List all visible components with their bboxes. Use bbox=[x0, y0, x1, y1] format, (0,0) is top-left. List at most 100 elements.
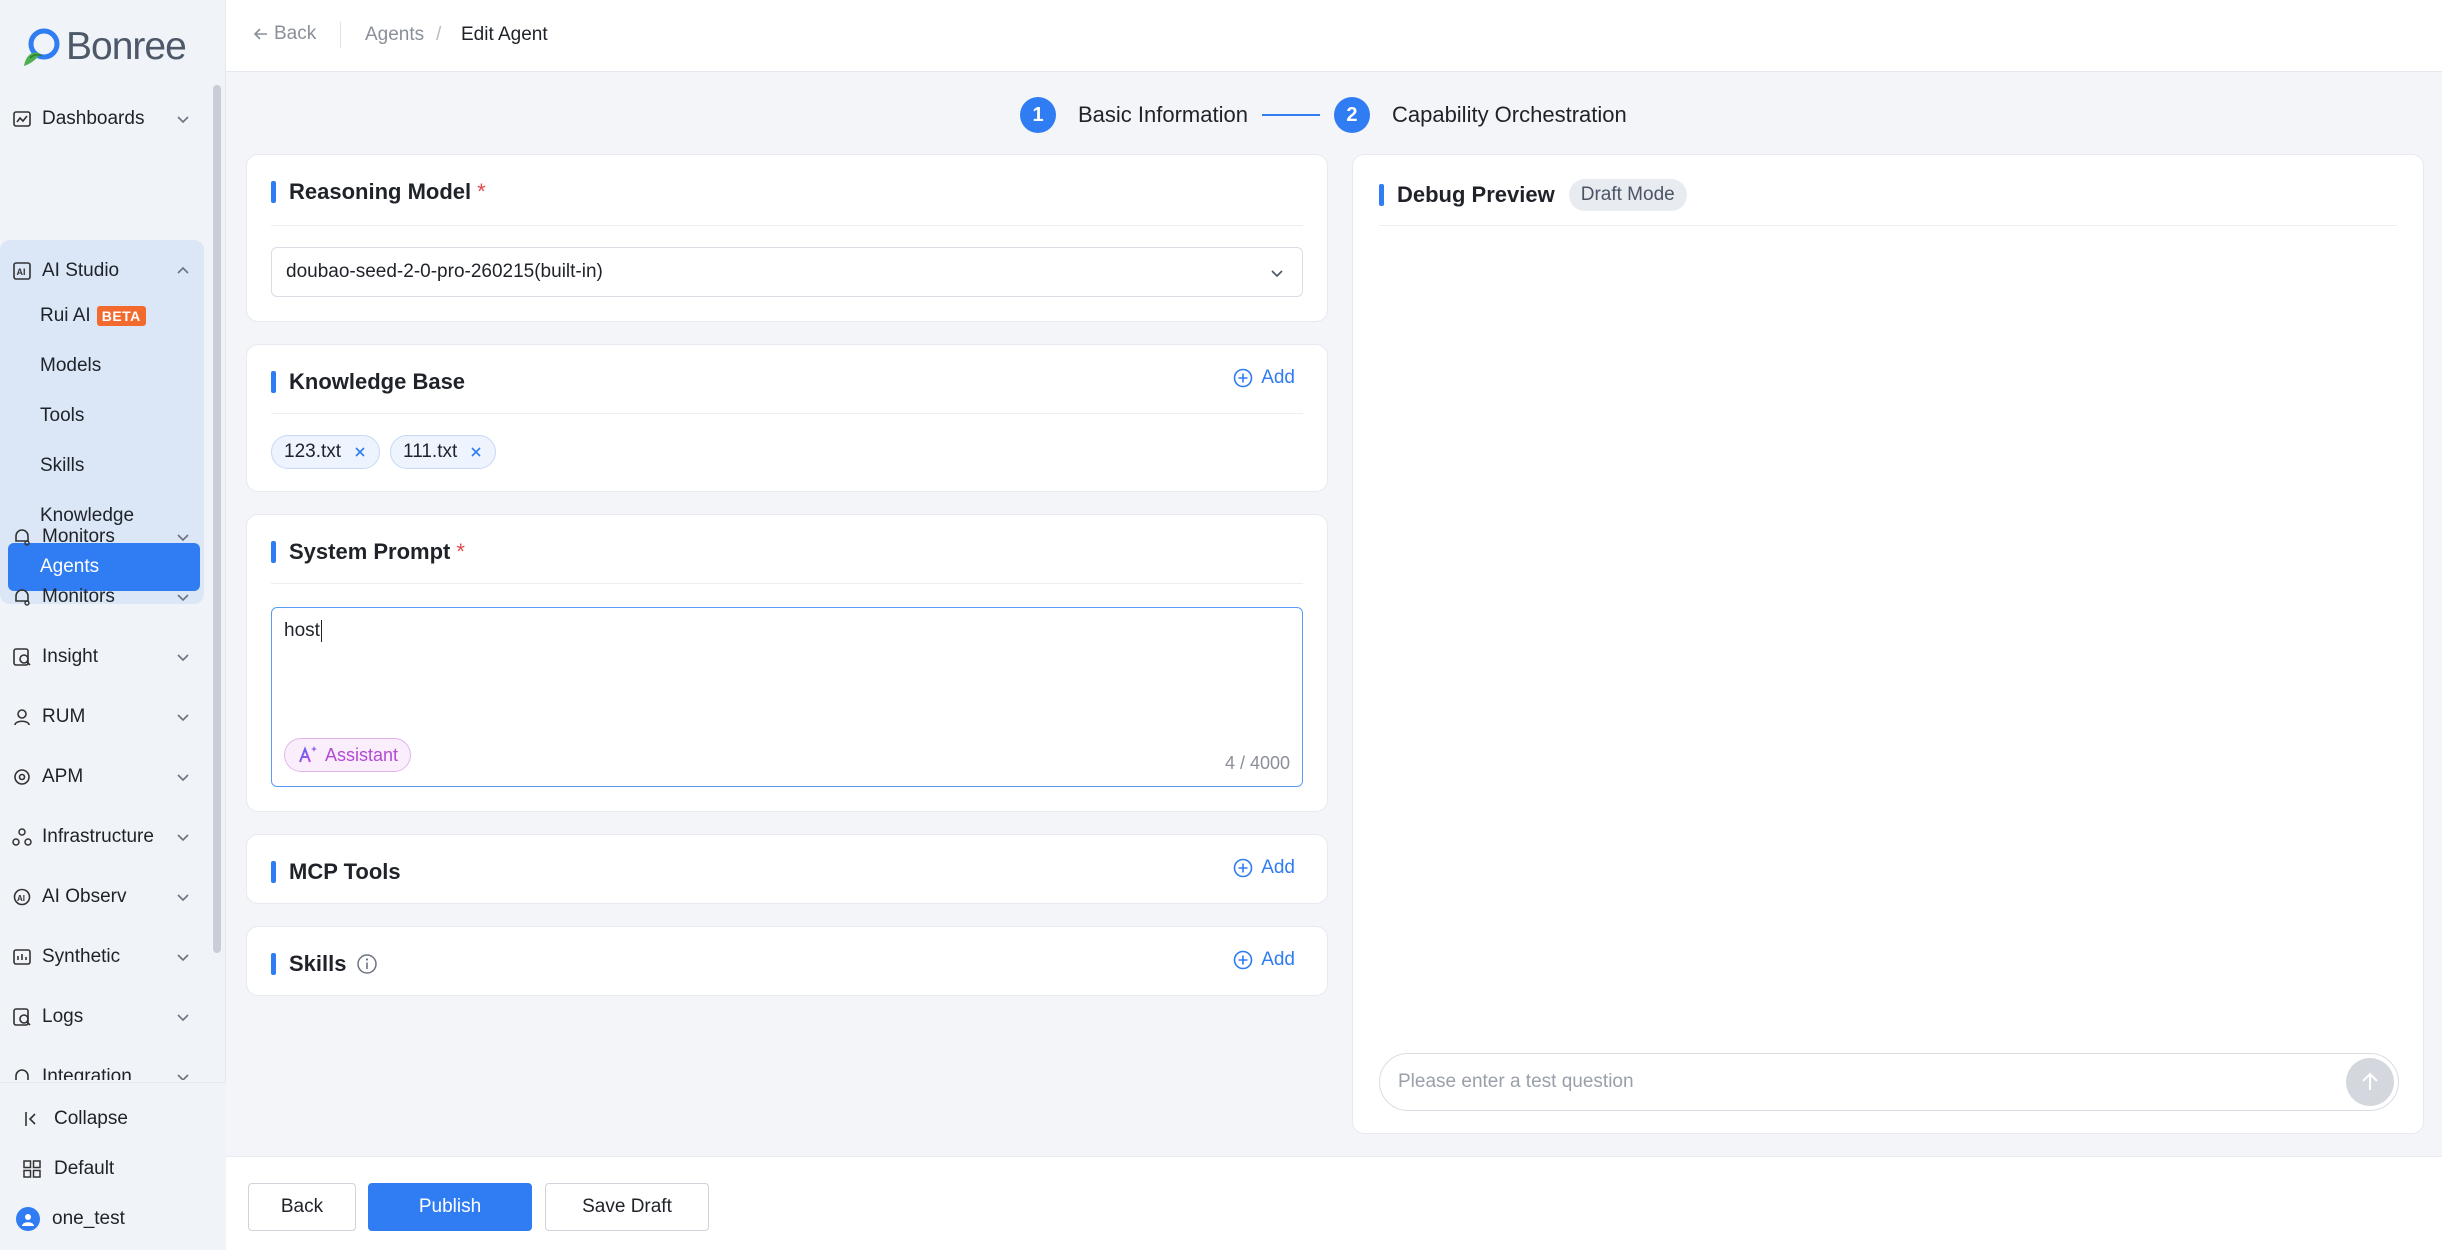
text-caret bbox=[320, 620, 323, 642]
chevron-down-icon bbox=[177, 116, 189, 124]
chevron-down-icon bbox=[177, 894, 189, 902]
step-connector bbox=[1261, 114, 1320, 116]
header-back-link[interactable]: Back bbox=[252, 23, 316, 45]
logs-icon bbox=[10, 1005, 34, 1029]
brand-logo[interactable]: Bonree bbox=[20, 22, 187, 72]
system-prompt-textarea[interactable]: host Assistant 4 / 4000 bbox=[271, 607, 1303, 787]
title-accent-bar bbox=[271, 861, 276, 883]
workspace-switcher[interactable]: Default bbox=[20, 1151, 114, 1187]
sidebar-item-label: Infrastructure bbox=[42, 826, 154, 847]
sidebar-nav: Dashboards AI AI Studio Rui AI BETA Mode… bbox=[0, 90, 212, 1080]
skills-title: Skills bbox=[271, 951, 378, 977]
assistant-button[interactable]: Assistant bbox=[284, 738, 412, 772]
title-accent-bar bbox=[1379, 184, 1384, 206]
arrow-up-icon bbox=[2362, 1072, 2378, 1090]
chevron-down-icon bbox=[177, 834, 189, 842]
mcp-tools-add-button[interactable]: Add bbox=[1233, 857, 1295, 879]
chevron-down-icon bbox=[177, 534, 189, 542]
debug-preview-panel: Debug Preview Draft Mode Please enter a … bbox=[1352, 154, 2424, 1134]
section-title-text: Knowledge Base bbox=[289, 369, 466, 394]
beta-badge: BETA bbox=[96, 306, 146, 326]
section-title-text: Debug Preview bbox=[1397, 182, 1555, 207]
tag-label: 123.txt bbox=[284, 441, 342, 462]
step-1-label[interactable]: Basic Information bbox=[1078, 102, 1248, 128]
sidebar-subitem-models[interactable]: Models bbox=[40, 346, 101, 386]
header-divider bbox=[340, 22, 341, 48]
ai-studio-icon: AI bbox=[10, 259, 34, 283]
sidebar-subitem-skills[interactable]: Skills bbox=[40, 446, 84, 486]
reasoning-model-select[interactable]: doubao-seed-2-0-pro-260215(built-in) bbox=[271, 247, 1303, 297]
step-2-number[interactable]: 2 bbox=[1333, 97, 1370, 133]
sidebar-item-integration[interactable]: Integration bbox=[8, 1054, 204, 1080]
knowledge-tag: 111.txt bbox=[390, 435, 497, 469]
step-1-number[interactable]: 1 bbox=[1020, 97, 1056, 133]
skills-card: Skills Add bbox=[246, 926, 1328, 996]
chevron-down-icon bbox=[177, 1074, 189, 1080]
sidebar-item-label: APM bbox=[42, 766, 84, 787]
breadcrumb-separator: / bbox=[436, 24, 442, 45]
user-profile[interactable]: one_test bbox=[16, 1201, 125, 1237]
card-divider bbox=[1379, 225, 2397, 226]
selected-model-value: doubao-seed-2-0-pro-260215(built-in) bbox=[286, 261, 603, 282]
save-draft-button[interactable]: Save Draft bbox=[545, 1183, 709, 1231]
system-prompt-value: host bbox=[284, 620, 320, 642]
card-divider bbox=[271, 225, 1303, 226]
section-title-text: Reasoning Model bbox=[289, 179, 472, 204]
sidebar-item-ai-studio[interactable]: AI AI Studio bbox=[8, 248, 204, 294]
step-2-label[interactable]: Capability Orchestration bbox=[1392, 102, 1627, 128]
assistant-label: Assistant bbox=[325, 744, 399, 765]
sidebar-item-label: Monitors bbox=[42, 526, 115, 547]
debug-preview-title: Debug Preview Draft Mode bbox=[1379, 179, 1687, 211]
sidebar-item-rum[interactable]: RUM bbox=[8, 694, 204, 740]
monitor-icon bbox=[10, 585, 34, 609]
title-accent-bar bbox=[271, 181, 276, 203]
sidebar: Bonree Dashboards AI AI Studio Rui AI BE… bbox=[0, 0, 226, 1250]
collapse-button[interactable]: Collapse bbox=[20, 1101, 128, 1137]
rum-icon bbox=[10, 705, 34, 729]
sidebar-item-label: Logs bbox=[42, 1006, 84, 1027]
insight-icon bbox=[10, 645, 34, 669]
test-question-input[interactable]: Please enter a test question bbox=[1379, 1053, 2399, 1111]
sidebar-scrollbar-thumb[interactable] bbox=[213, 85, 221, 953]
section-title-text: MCP Tools bbox=[289, 859, 401, 884]
card-divider bbox=[271, 413, 1303, 414]
draft-mode-badge: Draft Mode bbox=[1568, 179, 1687, 211]
plus-circle-icon bbox=[1233, 368, 1253, 388]
sidebar-item-logs[interactable]: Logs bbox=[8, 994, 204, 1040]
bonree-logo-icon bbox=[24, 28, 60, 66]
sidebar-item-monitors-2[interactable]: Monitors bbox=[8, 574, 204, 620]
sidebar-subitem-rui-ai[interactable]: Rui AI BETA bbox=[40, 296, 146, 336]
section-title-text: Skills bbox=[289, 951, 347, 976]
chevron-down-icon bbox=[177, 654, 189, 662]
close-icon[interactable] bbox=[469, 445, 483, 459]
system-prompt-card: System Prompt * host Assistant 4 / 4000 bbox=[246, 514, 1328, 812]
send-button[interactable] bbox=[2346, 1058, 2394, 1106]
sidebar-item-monitors[interactable]: Monitors bbox=[8, 514, 204, 560]
sidebar-item-label: Insight bbox=[42, 646, 98, 667]
breadcrumb-agents[interactable]: Agents bbox=[365, 24, 424, 46]
ai-sparkle-icon bbox=[299, 746, 317, 763]
infrastructure-icon bbox=[10, 825, 34, 849]
grid-icon bbox=[20, 1157, 44, 1181]
knowledge-base-title: Knowledge Base bbox=[271, 369, 465, 395]
close-icon[interactable] bbox=[353, 445, 367, 459]
user-name: one_test bbox=[52, 1208, 125, 1229]
publish-button[interactable]: Publish bbox=[368, 1183, 532, 1231]
sidebar-item-ai-observ[interactable]: AI AI Observ bbox=[8, 874, 204, 920]
sidebar-item-insight[interactable]: Insight bbox=[8, 634, 204, 680]
info-icon[interactable] bbox=[356, 953, 378, 975]
sidebar-item-label: Monitors bbox=[42, 586, 115, 607]
title-accent-bar bbox=[271, 371, 276, 393]
knowledge-base-add-button[interactable]: Add bbox=[1233, 367, 1295, 389]
skills-add-button[interactable]: Add bbox=[1233, 949, 1295, 971]
sidebar-item-dashboards[interactable]: Dashboards bbox=[8, 96, 204, 142]
character-count: 4 / 4000 bbox=[1224, 753, 1290, 773]
chevron-down-icon bbox=[177, 594, 189, 602]
back-button[interactable]: Back bbox=[248, 1183, 356, 1231]
sidebar-subitem-tools[interactable]: Tools bbox=[40, 396, 84, 436]
synthetic-icon bbox=[10, 945, 34, 969]
sidebar-item-synthetic[interactable]: Synthetic bbox=[8, 934, 204, 980]
sidebar-item-apm[interactable]: APM bbox=[8, 754, 204, 800]
sidebar-item-infrastructure[interactable]: Infrastructure bbox=[8, 814, 204, 860]
system-prompt-value-wrap: host bbox=[284, 620, 323, 642]
